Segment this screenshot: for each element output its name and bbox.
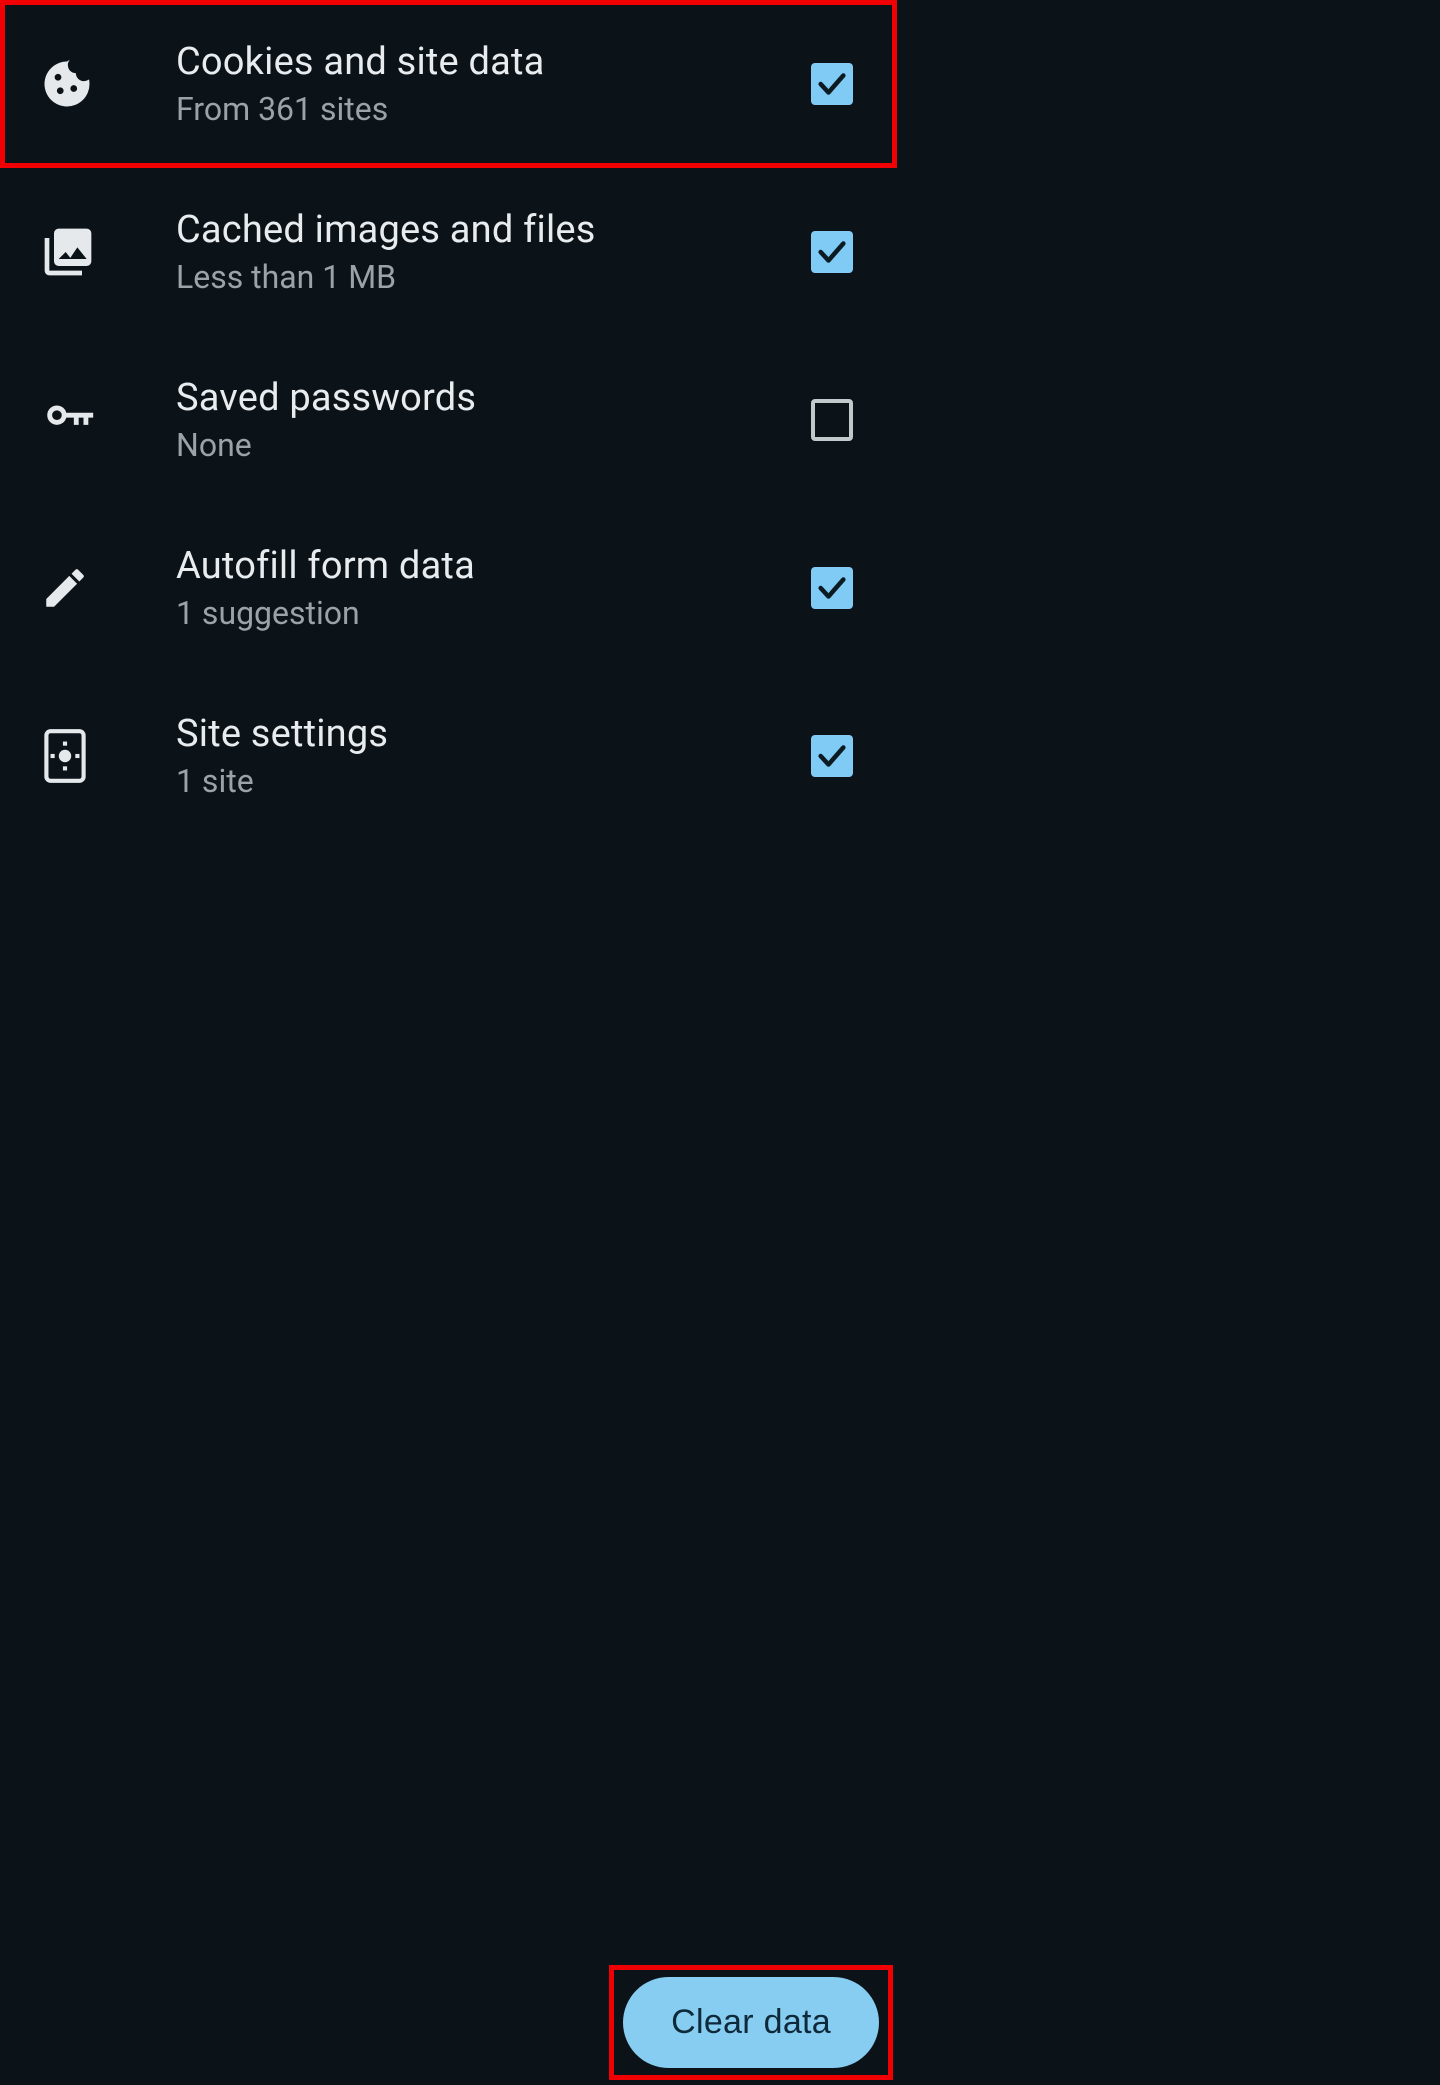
option-title: Site settings (176, 712, 757, 756)
option-title: Saved passwords (176, 376, 757, 420)
option-text: Autofill form data 1 suggestion (176, 544, 757, 632)
option-cached-images[interactable]: Cached images and files Less than 1 MB (0, 168, 897, 336)
option-checkbox[interactable] (811, 231, 853, 273)
option-cookies[interactable]: Cookies and site data From 361 sites (0, 0, 897, 168)
option-title: Autofill form data (176, 544, 757, 588)
option-subtitle: None (176, 426, 757, 464)
option-text: Cached images and files Less than 1 MB (176, 208, 757, 296)
clear-data-button-highlight: Clear data (609, 1965, 893, 2080)
option-title: Cached images and files (176, 208, 757, 252)
option-autofill[interactable]: Autofill form data 1 suggestion (0, 504, 897, 672)
option-subtitle: 1 site (176, 762, 757, 800)
option-text: Saved passwords None (176, 376, 757, 464)
images-icon (40, 224, 136, 280)
option-subtitle: From 361 sites (176, 90, 757, 128)
option-checkbox[interactable] (811, 567, 853, 609)
site-settings-icon (40, 725, 136, 787)
option-text: Site settings 1 site (176, 712, 757, 800)
option-site-settings[interactable]: Site settings 1 site (0, 672, 897, 840)
option-subtitle: 1 suggestion (176, 594, 757, 632)
clear-data-options-list: Cookies and site data From 361 sites Cac… (0, 0, 897, 840)
key-icon (40, 391, 136, 449)
option-text: Cookies and site data From 361 sites (176, 40, 757, 128)
option-title: Cookies and site data (176, 40, 757, 84)
option-checkbox[interactable] (811, 63, 853, 105)
pencil-icon (40, 563, 136, 613)
option-saved-passwords[interactable]: Saved passwords None (0, 336, 897, 504)
option-checkbox[interactable] (811, 735, 853, 777)
option-subtitle: Less than 1 MB (176, 258, 757, 296)
option-checkbox[interactable] (811, 399, 853, 441)
clear-data-button[interactable]: Clear data (623, 1977, 879, 2068)
cookie-icon (40, 57, 136, 111)
